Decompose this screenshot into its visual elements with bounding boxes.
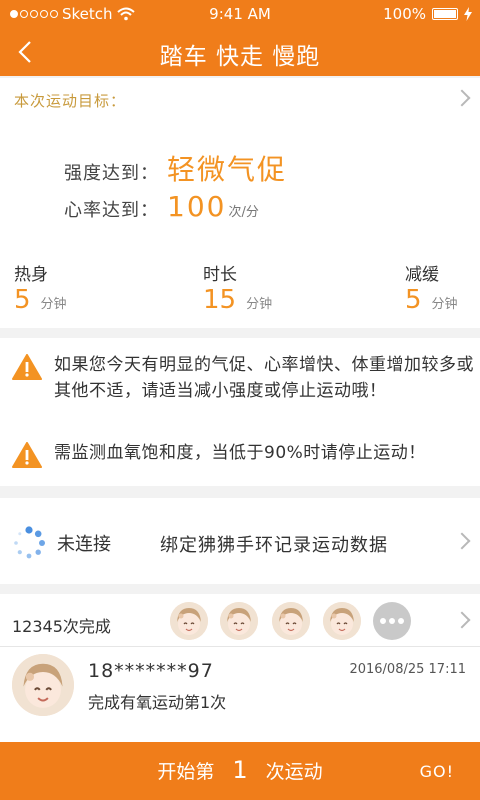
bind-band-link[interactable]: 绑定狒狒手环记录运动数据 <box>160 531 388 557</box>
go-label: GO! <box>419 762 454 781</box>
phase-warmup: 热身 5 分钟 <box>14 260 67 315</box>
phase-unit: 分钟 <box>40 297 67 312</box>
phase-unit: 分钟 <box>246 297 273 312</box>
connection-status: 未连接 <box>57 534 111 555</box>
device-connect-row[interactable]: 未连接 绑定狒狒手环记录运动数据 <box>0 498 480 584</box>
phase-duration: 时长 15 分钟 <box>203 260 272 315</box>
warning-text: 如果您今天有明显的气促、心率增快、体重增加较多或其他不适，请适当减小强度或停止运… <box>54 355 474 401</box>
start-label: 开始第 1 次运动 <box>0 756 480 784</box>
start-exercise-button[interactable]: 开始第 1 次运动 GO! <box>0 742 480 800</box>
battery-icon <box>432 8 458 20</box>
phase-label: 减缓 <box>405 265 439 285</box>
completion-count[interactable]: 12345次完成 <box>12 613 111 637</box>
warnings-panel: 如果您今天有明显的气促、心率增快、体重增加较多或其他不适，请适当减小强度或停止运… <box>0 338 480 486</box>
phase-label: 热身 <box>14 265 48 285</box>
record-user-name: 18*******97 <box>88 660 214 682</box>
phase-value: 5 <box>405 285 422 315</box>
intensity-label: 强度达到： <box>64 163 159 184</box>
avatar[interactable] <box>272 602 310 640</box>
goal-header[interactable]: 本次运动目标： <box>0 78 480 118</box>
more-icon[interactable] <box>373 602 411 640</box>
heart-rate-unit: 次/分 <box>228 205 259 220</box>
page-title: 踏车 快走 慢跑 <box>159 44 321 70</box>
chevron-right-icon <box>453 532 471 550</box>
heart-rate-label: 心率达到： <box>64 200 159 221</box>
chevron-right-icon <box>453 89 471 107</box>
record-date: 2016/08/25 17:11 <box>349 662 466 677</box>
completions-panel: 12345次完成 18*******97 2016/08/25 17:11 完成… <box>0 594 480 742</box>
phase-cooldown: 减缓 5 分钟 <box>405 260 458 315</box>
session-number: 1 <box>232 756 248 784</box>
avatar[interactable] <box>170 602 208 640</box>
record-description: 完成有氧运动第1次 <box>88 693 227 712</box>
phase-unit: 分钟 <box>431 297 458 312</box>
intensity-row: 强度达到： 轻微气促 <box>64 148 287 188</box>
nav-bar: 踏车 快走 慢跑 <box>0 28 480 76</box>
start-prefix: 开始第 <box>157 761 215 783</box>
intensity-value: 轻微气促 <box>167 153 288 186</box>
warning-icon <box>12 354 42 380</box>
divider <box>0 646 480 647</box>
heart-rate-value: 100 <box>167 190 227 223</box>
avatar[interactable] <box>12 654 74 716</box>
avatar[interactable] <box>323 602 361 640</box>
loading-spinner-icon <box>14 526 45 559</box>
battery-percent: 100% <box>383 5 426 23</box>
status-bar: Sketch 9:41 AM 100% <box>0 0 480 28</box>
charging-icon <box>464 7 472 21</box>
goal-panel: 强度达到： 轻微气促 心率达到： 100 次/分 热身 5 分钟 时长 15 分钟 … <box>0 118 480 328</box>
phase-label: 时长 <box>203 265 237 285</box>
phase-value: 5 <box>14 285 31 315</box>
warning-text: 需监测血氧饱和度，当低于90%时请停止运动！ <box>54 443 426 463</box>
chevron-right-icon <box>453 611 471 629</box>
status-right: 100% <box>383 5 472 23</box>
warning-icon <box>12 442 42 468</box>
phase-value: 15 <box>203 285 237 315</box>
start-suffix: 次运动 <box>265 761 323 783</box>
avatar[interactable] <box>220 602 258 640</box>
heart-rate-row: 心率达到： 100 次/分 <box>64 190 259 223</box>
goal-heading: 本次运动目标： <box>14 92 127 110</box>
